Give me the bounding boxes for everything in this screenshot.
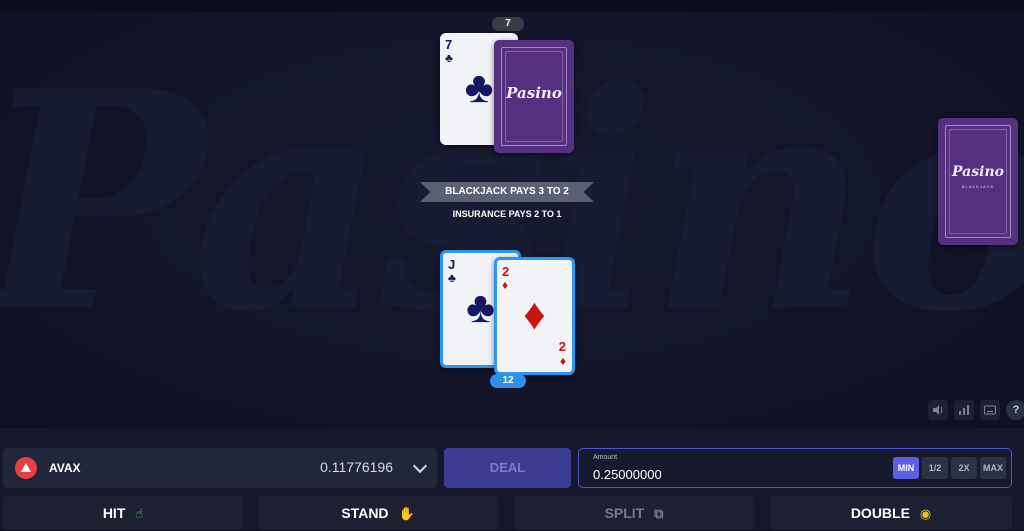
amount-input[interactable]: 0.25000000 — [593, 467, 662, 482]
avax-icon — [15, 457, 37, 479]
blackjack-payout-text: BLACKJACK PAYS 3 TO 2 — [445, 186, 569, 197]
top-strip — [0, 0, 1024, 12]
diamond-icon: ♦ — [559, 354, 566, 368]
hand-icon: ✋ — [398, 506, 415, 521]
double-label: DOUBLE — [850, 505, 910, 521]
pasino-logo: Pasino — [506, 84, 562, 102]
max-button[interactable]: MAX — [980, 457, 1006, 479]
split-button[interactable]: SPLIT ⧉ — [514, 496, 754, 530]
shoe-card: Pasino BLACKJACK — [938, 118, 1018, 245]
split-label: SPLIT — [604, 505, 645, 521]
shoe-subtitle: BLACKJACK — [961, 184, 995, 189]
double-button[interactable]: DOUBLE ◉ — [770, 496, 1012, 530]
keyboard-icon[interactable] — [980, 400, 1000, 420]
player-score-badge: 12 — [490, 374, 526, 388]
card-rank: J — [448, 257, 456, 272]
stand-button[interactable]: STAND ✋ — [258, 496, 498, 530]
diamond-icon: ♦ — [523, 290, 546, 339]
currency-selector[interactable]: AVAX 0.11776196 — [3, 448, 437, 488]
pointing-hand-icon: ☝ — [135, 506, 144, 521]
card-rank: 2 — [502, 264, 510, 279]
split-cards-icon: ⧉ — [654, 506, 664, 521]
control-panel: AVAX 0.11776196 DEAL Amount 0.25000000 M… — [0, 428, 1024, 530]
help-icon[interactable]: ? — [1006, 400, 1024, 420]
pasino-logo: Pasino — [952, 164, 1004, 180]
dealer-score-badge: 7 — [492, 17, 524, 31]
dealer-hole-card: Pasino — [494, 40, 574, 153]
half-button[interactable]: 1/2 — [922, 457, 948, 479]
card-rank: 2 — [558, 339, 566, 354]
double-amount-button[interactable]: 2X — [951, 457, 977, 479]
stand-label: STAND — [341, 505, 389, 521]
hit-label: HIT — [102, 505, 126, 521]
min-button[interactable]: MIN — [893, 457, 919, 479]
coin-icon: ◉ — [919, 506, 932, 521]
insurance-payout-text: INSURANCE PAYS 2 TO 1 — [452, 209, 562, 219]
deal-button[interactable]: DEAL — [444, 448, 571, 488]
card-rank: 7 — [445, 37, 453, 52]
currency-name: AVAX — [49, 461, 81, 475]
sound-icon[interactable] — [928, 400, 948, 420]
amount-label: Amount — [593, 454, 618, 461]
stats-icon[interactable] — [954, 400, 974, 420]
amount-field[interactable]: Amount 0.25000000 MIN 1/2 2X MAX — [578, 448, 1012, 488]
balance-value: 0.11776196 — [320, 459, 393, 475]
hit-button[interactable]: HIT ☝ — [3, 496, 243, 530]
player-card-2: 2 ♦ ♦ 2 ♦ — [494, 257, 575, 375]
chevron-down-icon[interactable] — [412, 458, 428, 474]
